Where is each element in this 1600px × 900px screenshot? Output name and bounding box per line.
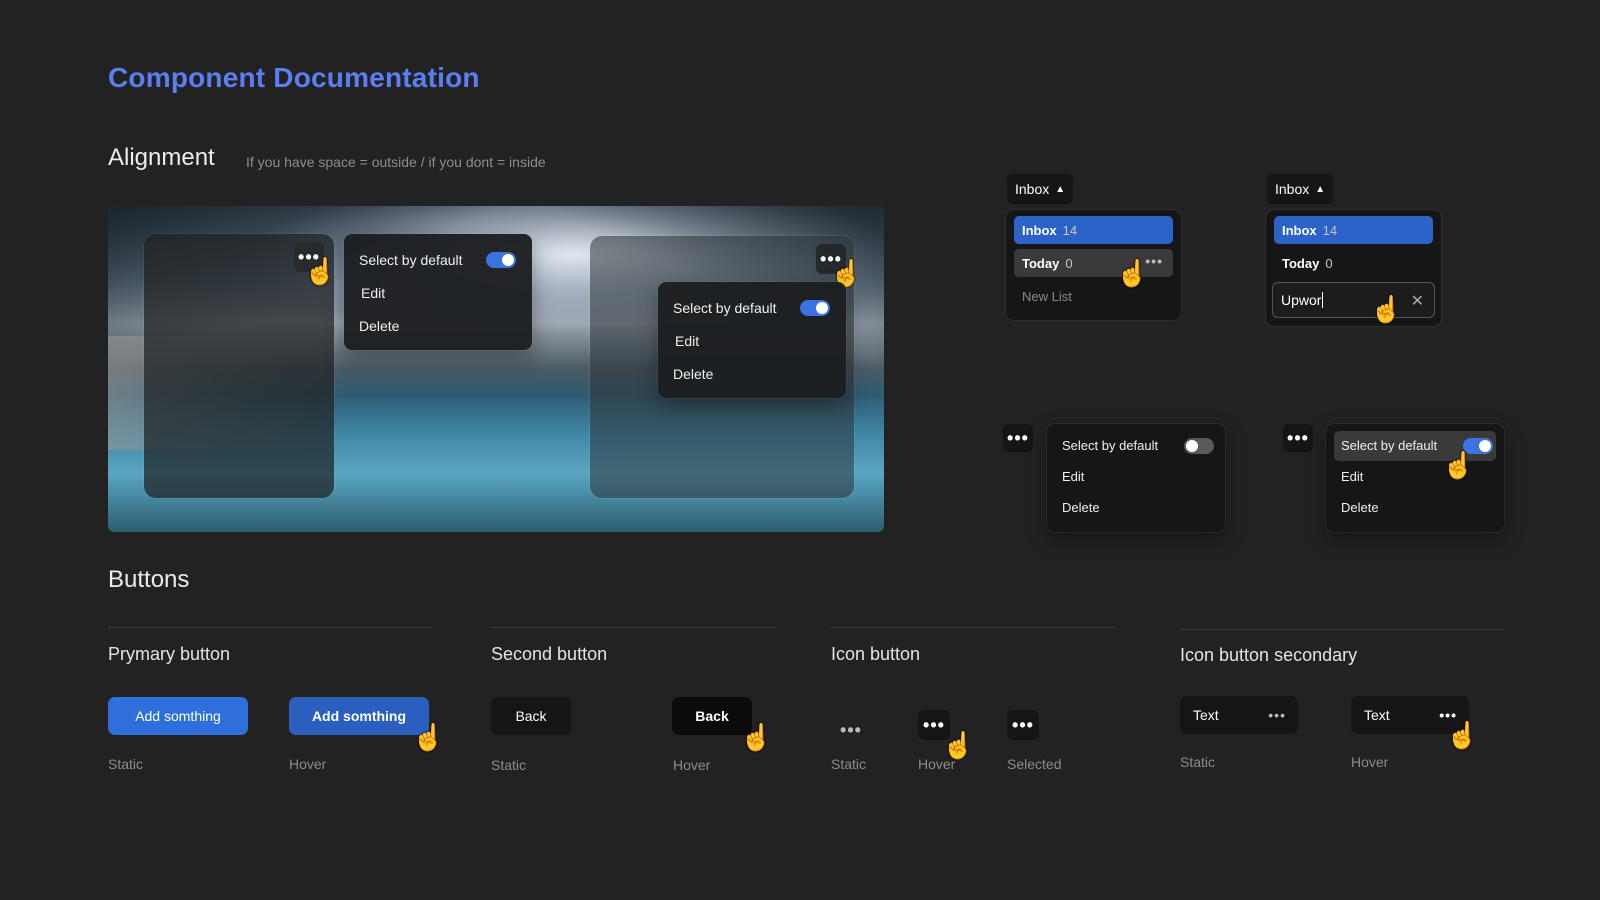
- divider: [108, 627, 432, 628]
- primary-button-hover[interactable]: Add somthing: [289, 697, 429, 735]
- menu-item-delete[interactable]: Delete: [673, 366, 713, 382]
- context-menu-toggle-off: Select by default Edit Delete: [1047, 424, 1225, 532]
- context-menu-toggle-on: Select by default Edit Delete: [1326, 424, 1504, 532]
- select-default-toggle[interactable]: [1184, 438, 1214, 454]
- button-label: Text: [1193, 707, 1219, 723]
- list-item-inbox[interactable]: Inbox 14: [1274, 216, 1433, 244]
- menu-item-delete[interactable]: Delete: [1062, 500, 1100, 515]
- close-icon[interactable]: ✕: [1411, 291, 1424, 311]
- divider: [491, 627, 775, 628]
- new-list-name-input[interactable]: Upwor ✕: [1272, 282, 1435, 318]
- menu-item-delete[interactable]: Delete: [1341, 500, 1379, 515]
- inbox-list-panel-editing: Inbox 14 Today 0 Upwor ✕: [1266, 210, 1441, 326]
- divider: [831, 627, 1115, 628]
- state-caption-static: Static: [1180, 754, 1216, 770]
- menu-item-edit[interactable]: Edit: [1341, 469, 1363, 484]
- menu-item-edit[interactable]: Edit: [1062, 469, 1084, 484]
- state-caption-hover: Hover: [673, 757, 711, 773]
- list-item-new-list[interactable]: New List: [1014, 282, 1173, 310]
- list-item-today[interactable]: Today 0: [1274, 249, 1433, 277]
- text-icon-button-static[interactable]: Text •••: [1180, 696, 1298, 734]
- list-item-count: 0: [1325, 255, 1333, 271]
- list-item-label: Inbox: [1282, 222, 1317, 238]
- more-dots-icon[interactable]: •••: [1268, 707, 1286, 723]
- inbox-trigger-label: Inbox: [1275, 181, 1310, 197]
- list-item-count: 0: [1065, 255, 1073, 271]
- inbox-trigger-label: Inbox: [1015, 181, 1050, 197]
- menu-item-edit[interactable]: Edit: [675, 333, 699, 349]
- state-caption-static: Static: [491, 757, 527, 773]
- list-item-label: Today: [1282, 255, 1320, 271]
- pointer-hand-icon: ☝: [740, 722, 773, 752]
- pointer-hand-icon: ☝: [1370, 294, 1403, 324]
- select-default-toggle[interactable]: [486, 252, 516, 268]
- more-dots-icon[interactable]: •••: [1283, 424, 1313, 452]
- section-heading-buttons: Buttons: [108, 566, 190, 593]
- inbox-dropdown-trigger[interactable]: Inbox ▲: [1007, 174, 1074, 204]
- list-item-label: Inbox: [1022, 222, 1057, 238]
- state-caption-selected: Selected: [1007, 756, 1062, 772]
- primary-button-static[interactable]: Add somthing: [108, 697, 248, 735]
- primary-button-heading: Prymary button: [108, 644, 231, 664]
- page-title: Component Documentation: [108, 62, 480, 93]
- alignment-preview-image: ••• ☝ Select by default Edit Delete ••• …: [108, 206, 884, 532]
- menu-item-delete[interactable]: Delete: [359, 318, 399, 334]
- section-heading-alignment: Alignment: [108, 144, 215, 171]
- pointer-hand-icon: ☝: [942, 730, 975, 760]
- context-menu-outside: Select by default Edit Delete: [344, 234, 532, 350]
- more-dots-icon[interactable]: •••: [1003, 424, 1033, 452]
- menu-item-select-default[interactable]: Select by default: [359, 252, 463, 268]
- second-button-heading: Second button: [491, 644, 608, 664]
- pointer-hand-icon: ☝: [412, 722, 445, 752]
- list-item-count: 14: [1062, 222, 1078, 238]
- inbox-dropdown-trigger[interactable]: Inbox ▲: [1267, 174, 1334, 204]
- menu-item-select-default[interactable]: Select by default: [1062, 438, 1158, 453]
- divider: [1180, 629, 1504, 630]
- icon-button-secondary-heading: Icon button secondary: [1180, 645, 1358, 665]
- pointer-hand-icon: ☝: [1446, 720, 1479, 750]
- state-caption-static: Static: [831, 756, 867, 772]
- more-dots-icon[interactable]: •••: [836, 716, 866, 744]
- list-item-inbox[interactable]: Inbox 14: [1014, 216, 1173, 244]
- pointer-hand-icon: ☝: [1442, 450, 1475, 480]
- list-item-today[interactable]: Today 0 •••: [1014, 249, 1173, 277]
- inbox-list-panel: Inbox 14 Today 0 ••• New List: [1006, 210, 1181, 320]
- context-menu-inside: Select by default Edit Delete: [658, 282, 846, 398]
- list-item-label: Today: [1022, 255, 1060, 271]
- button-label: Text: [1364, 707, 1390, 723]
- list-item-label: New List: [1022, 288, 1072, 304]
- state-caption-static: Static: [108, 756, 144, 772]
- state-caption-hover: Hover: [1351, 754, 1389, 770]
- list-item-count: 14: [1322, 222, 1338, 238]
- menu-item-select-default[interactable]: Select by default: [1341, 438, 1437, 453]
- state-caption-hover: Hover: [918, 756, 956, 772]
- select-default-toggle[interactable]: [800, 300, 830, 316]
- alignment-note: If you have space = outside / if you don…: [246, 154, 546, 170]
- state-caption-hover: Hover: [289, 756, 327, 772]
- more-dots-icon[interactable]: •••: [1007, 710, 1039, 740]
- input-value: Upwor: [1281, 292, 1322, 308]
- icon-button-heading: Icon button: [831, 644, 921, 664]
- menu-item-select-default[interactable]: Select by default: [673, 300, 777, 316]
- pointer-hand-icon: ☝: [1116, 258, 1149, 288]
- text-cursor: [1322, 292, 1324, 308]
- pointer-hand-icon: ☝: [304, 256, 337, 286]
- caret-up-icon: ▲: [1055, 183, 1066, 195]
- back-button-static[interactable]: Back: [491, 697, 571, 735]
- caret-up-icon: ▲: [1315, 183, 1326, 195]
- menu-item-edit[interactable]: Edit: [361, 285, 385, 301]
